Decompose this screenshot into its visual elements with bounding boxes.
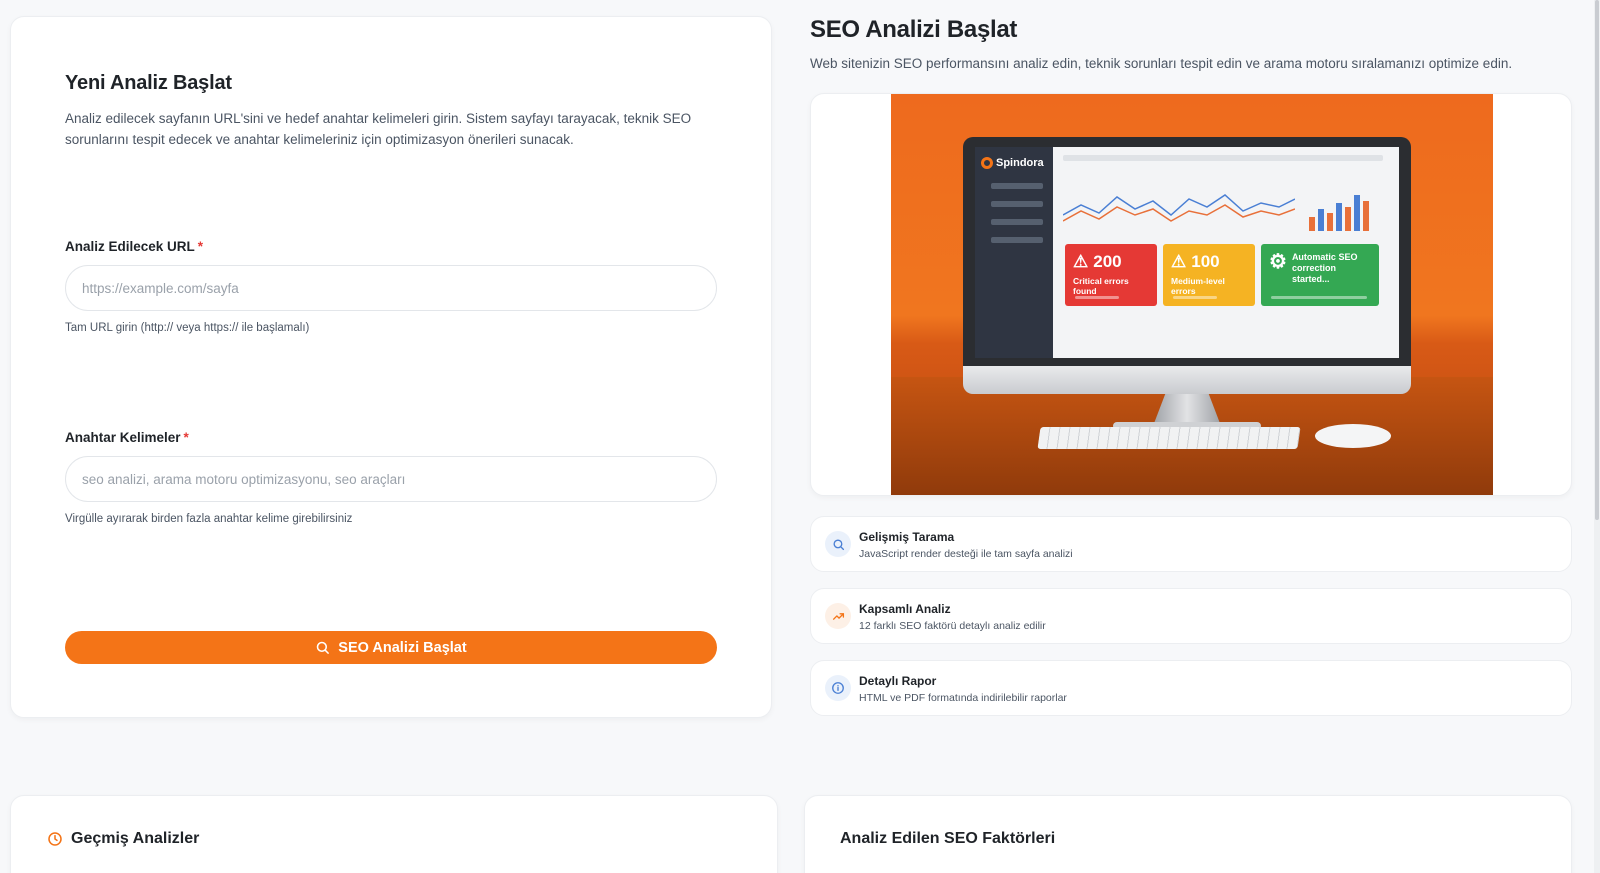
feature-description: JavaScript render desteği ile tam sayfa … — [859, 548, 1073, 560]
dashboard-sidebar: Spindora — [975, 147, 1053, 358]
new-analysis-card: Yeni Analiz Başlat Analiz edilecek sayfa… — [10, 16, 772, 718]
past-analyses-title: Geçmiş Analizler — [47, 830, 199, 848]
form-description: Analiz edilecek sayfanın URL'sini ve hed… — [65, 111, 692, 147]
bar-graphic — [1345, 207, 1351, 231]
auto-correction-tile: ⚙ Automatic SEO correction started... — [1261, 244, 1379, 306]
keywords-label-text: Anahtar Kelimeler — [65, 430, 181, 445]
tile-progress — [1271, 296, 1367, 299]
hero-illustration-card: Spindora ⚠ 200 Critical errors found ⚠ 1… — [810, 93, 1572, 496]
required-mark: * — [197, 239, 204, 254]
start-seo-analysis-button[interactable]: SEO Analizi Başlat — [65, 631, 717, 664]
tile-line — [1173, 296, 1217, 299]
feature-advanced-crawl: Gelişmiş Tarama JavaScript render desteğ… — [810, 516, 1572, 572]
warning-icon: ⚠ — [1171, 252, 1187, 271]
keywords-field-label: Anahtar Kelimeler * — [65, 430, 189, 445]
bar-graphic — [1309, 217, 1315, 231]
line-chart-graphic — [1063, 194, 1295, 222]
feature-comprehensive-analysis: Kapsamlı Analiz 12 farklı SEO faktörü de… — [810, 588, 1572, 644]
sidebar-nav-line — [991, 183, 1043, 189]
tile-line — [1075, 296, 1119, 299]
warning-icon: ⚠ — [1073, 252, 1089, 271]
gear-icon: ⚙ — [1269, 251, 1287, 273]
bar-chart-graphic — [1309, 187, 1369, 231]
past-analyses-title-text: Geçmiş Analizler — [71, 830, 200, 847]
tile-label: Automatic SEO correction started... — [1291, 252, 1358, 284]
url-label-text: Analiz Edilecek URL — [65, 239, 195, 254]
scrollbar-thumb[interactable] — [1595, 0, 1599, 520]
seo-factors-title: Analiz Edilen SEO Faktörleri — [840, 830, 1056, 847]
medium-errors-tile: ⚠ 100 Medium-level errors — [1163, 244, 1255, 306]
keywords-hint: Virgülle ayırarak birden fazla anahtar k… — [65, 513, 353, 525]
monitor: Spindora ⚠ 200 Critical errors found ⚠ 1… — [963, 137, 1411, 392]
feature-detailed-report: Detaylı Rapor HTML ve PDF formatında ind… — [810, 660, 1572, 716]
past-analyses-card: Geçmiş Analizler — [10, 795, 778, 873]
sidebar-nav-line — [991, 201, 1043, 207]
bar-graphic — [1363, 201, 1369, 231]
trending-up-icon — [825, 603, 851, 629]
search-icon — [825, 531, 851, 557]
tile-value: 200 — [1093, 252, 1122, 271]
bar-graphic — [1336, 203, 1342, 231]
brand-logo: Spindora — [981, 157, 1047, 169]
required-mark: * — [183, 430, 189, 445]
feature-title: Detaylı Rapor — [859, 674, 937, 688]
monitor-chin — [963, 366, 1411, 394]
form-title: Yeni Analiz Başlat — [65, 72, 232, 94]
keywords-input[interactable] — [65, 456, 717, 502]
bar-graphic — [1327, 213, 1333, 231]
feature-description: HTML ve PDF formatında indirilebilir rap… — [859, 692, 1067, 704]
submit-label: SEO Analizi Başlat — [338, 639, 467, 656]
logo-mark-icon — [981, 157, 993, 169]
dashboard-toolbar — [1063, 155, 1383, 161]
keyboard — [1037, 427, 1301, 449]
url-hint: Tam URL girin (http:// veya https:// ile… — [65, 322, 310, 334]
clock-icon — [48, 832, 62, 846]
feature-title: Gelişmiş Tarama — [859, 530, 955, 544]
hero-title: SEO Analizi Başlat — [810, 16, 1018, 43]
tile-label: Critical errors found — [1073, 276, 1129, 296]
sidebar-nav-line — [991, 219, 1043, 225]
url-field-label: Analiz Edilecek URL * — [65, 239, 203, 254]
hero-subtitle: Web sitenizin SEO performansını analiz e… — [810, 56, 1513, 71]
computer-illustration: Spindora ⚠ 200 Critical errors found ⚠ 1… — [891, 94, 1493, 495]
url-input[interactable] — [65, 265, 717, 311]
tile-label: Medium-level errors — [1171, 276, 1225, 296]
info-icon — [825, 675, 851, 701]
feature-description: 12 farklı SEO faktörü detaylı analiz edi… — [859, 620, 1046, 632]
seo-factors-card: Analiz Edilen SEO Faktörleri — [804, 795, 1572, 873]
brand-name: Spindora — [996, 157, 1044, 169]
page-scrollbar[interactable] — [1594, 0, 1600, 873]
feature-title: Kapsamlı Analiz — [859, 602, 951, 616]
dashboard-main: ⚠ 200 Critical errors found ⚠ 100 Medium-l… — [1053, 147, 1399, 358]
critical-errors-tile: ⚠ 200 Critical errors found — [1065, 244, 1157, 306]
bar-graphic — [1354, 195, 1360, 231]
tile-value: 100 — [1191, 252, 1220, 271]
dashboard-screen: Spindora ⚠ 200 Critical errors found ⚠ 1… — [975, 147, 1399, 358]
search-icon — [317, 641, 330, 654]
mouse — [1315, 424, 1391, 448]
sidebar-nav-line — [991, 237, 1043, 243]
bar-graphic — [1318, 209, 1324, 231]
